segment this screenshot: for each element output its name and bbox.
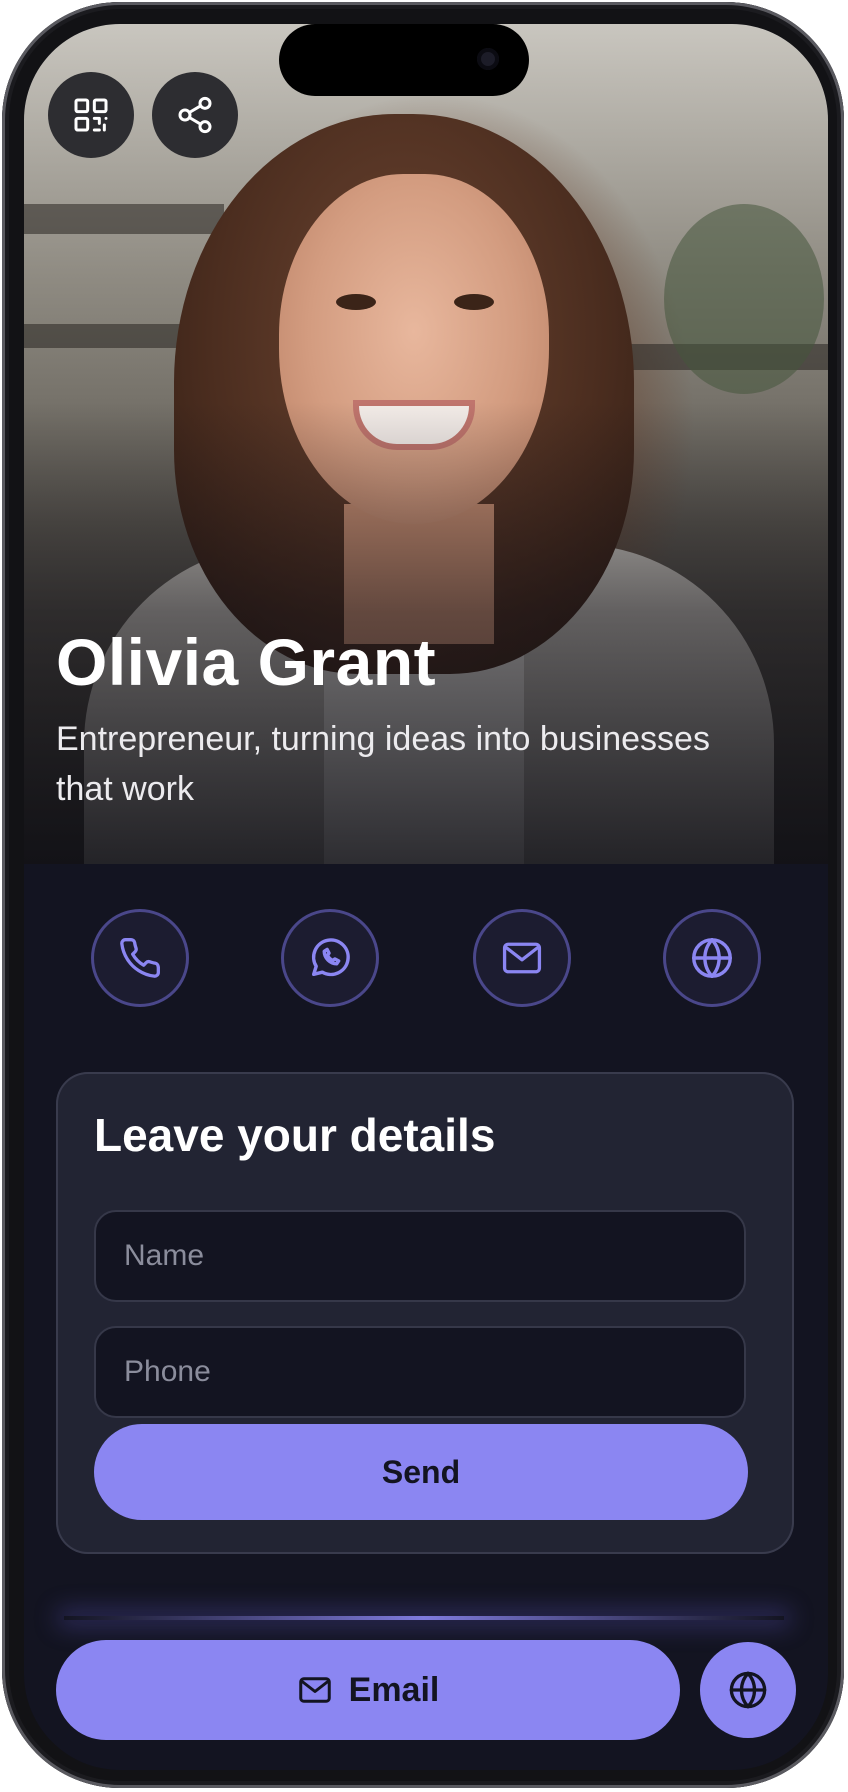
call-button[interactable] [94,912,186,1004]
website-button[interactable] [700,1642,796,1738]
whatsapp-button[interactable] [284,912,376,1004]
email-button[interactable]: Email [56,1640,680,1740]
mail-icon [298,1677,331,1703]
send-button[interactable]: Send [94,1424,748,1520]
screen: Olivia Grant Entrepreneur, turning ideas… [24,24,828,1770]
lead-form-card: Leave your details Send [56,1072,794,1554]
bottom-bar-divider [64,1616,784,1620]
phone-input[interactable] [94,1326,746,1418]
globe-icon [692,938,732,978]
share-icon [178,96,212,134]
phone-frame: Olivia Grant Entrepreneur, turning ideas… [2,2,844,1788]
name-input[interactable] [94,1210,746,1302]
email-button-label: Email [348,1670,440,1709]
whatsapp-icon [311,938,350,977]
mail-icon [502,942,542,974]
profile-name: Olivia Grant [56,625,437,699]
qr-code-button[interactable] [48,72,134,158]
profile-tagline: Entrepreneur, turning ideas into busines… [56,720,710,808]
phone-icon [120,938,160,978]
contact-actions [24,912,828,1012]
email-contact-button[interactable] [476,912,568,1004]
share-button[interactable] [152,72,238,158]
profile-hero: Olivia Grant Entrepreneur, turning ideas… [24,24,828,864]
globe-icon [729,1671,767,1709]
lead-form-title: Leave your details [94,1109,496,1161]
qr-code-icon [74,98,108,132]
website-contact-button[interactable] [666,912,758,1004]
front-camera [477,48,499,70]
